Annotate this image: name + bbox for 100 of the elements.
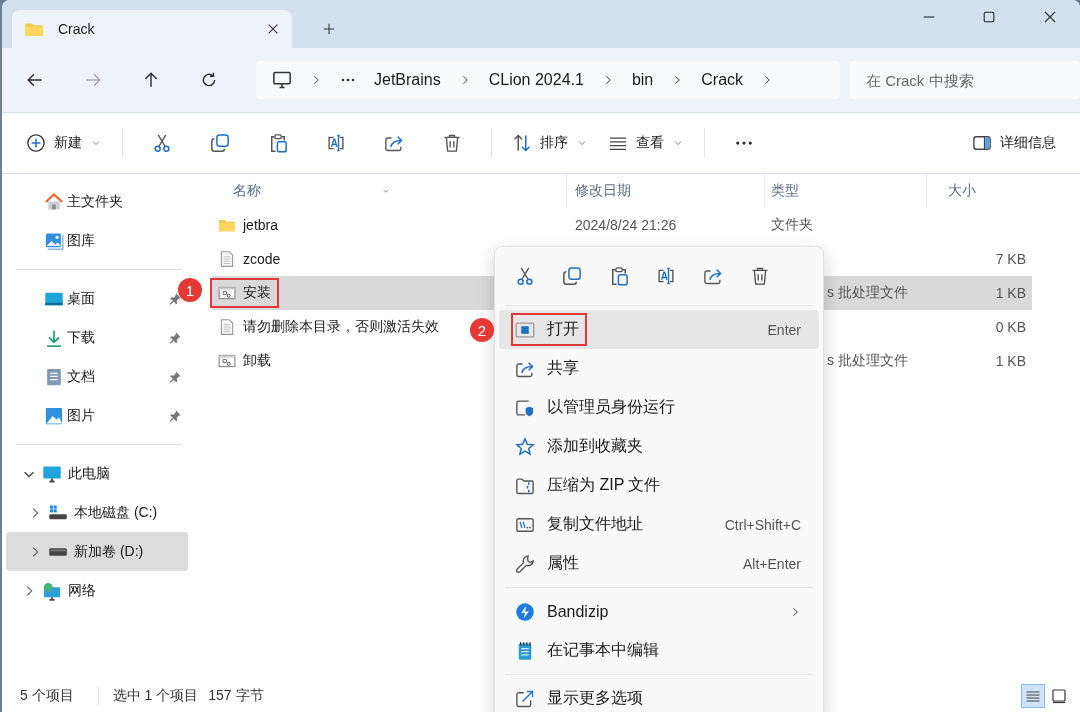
column-header[interactable]: 类型 — [771, 182, 799, 200]
breadcrumb-item[interactable]: JetBrains — [374, 71, 441, 89]
step-badge: 2 — [470, 318, 494, 342]
sidebar-item[interactable]: 主文件夹 — [67, 192, 123, 211]
file-name: 卸载 — [243, 352, 271, 370]
breadcrumb-item[interactable]: bin — [631, 71, 654, 89]
up-icon[interactable] — [142, 71, 160, 89]
share-icon[interactable] — [703, 266, 723, 286]
sort-button[interactable]: 排序 — [502, 127, 598, 159]
paste-icon[interactable] — [268, 133, 288, 153]
rename-icon[interactable] — [326, 133, 346, 153]
maximize-icon[interactable] — [982, 10, 996, 24]
panel-icon — [972, 133, 992, 153]
back-icon[interactable] — [26, 71, 44, 89]
selection-size: 157 字节 — [208, 687, 264, 705]
menu-item[interactable]: 显示更多选项 — [499, 679, 819, 712]
step-badge: 1 — [178, 278, 202, 302]
new-button[interactable]: 新建 — [16, 127, 112, 159]
item-count: 5 个项目 — [20, 687, 74, 705]
wrench-icon — [515, 553, 535, 574]
network-icon — [42, 580, 62, 601]
tab-title: Crack — [58, 21, 95, 37]
plus-circle-icon — [26, 133, 46, 153]
file-name: zcode — [243, 251, 281, 267]
name-cell[interactable]: jetbra — [212, 208, 460, 242]
sidebar-item[interactable]: 下载 — [67, 328, 95, 347]
share-icon[interactable] — [384, 133, 404, 153]
batch-file-icon — [218, 352, 236, 370]
tree-item[interactable]: 本地磁盘 (C:) — [6, 493, 188, 532]
view-button[interactable]: 查看 — [598, 127, 694, 159]
text-file-icon — [218, 250, 236, 268]
name-cell[interactable]: 请勿删除本目录，否则激活失效 — [212, 310, 460, 344]
close-icon[interactable] — [1042, 9, 1058, 25]
details-button[interactable]: 详细信息 — [962, 127, 1066, 159]
copy-icon[interactable] — [562, 266, 582, 286]
computer-icon[interactable] — [272, 70, 292, 90]
date-text: 2024/8/24 21:26 — [575, 217, 677, 233]
refresh-icon[interactable] — [200, 71, 218, 89]
breadcrumb-item[interactable]: Crack — [701, 71, 744, 89]
name-cell[interactable]: 卸载 — [212, 344, 460, 378]
menu-item[interactable]: 在记事本中编辑 — [499, 631, 819, 670]
shortcut-text: Ctrl+Shift+C — [724, 516, 801, 533]
breadcrumb-item[interactable]: CLion 2024.1 — [488, 71, 584, 89]
text-file-icon — [218, 318, 236, 336]
window-icon — [515, 319, 535, 340]
menu-item[interactable]: Bandizip — [499, 592, 819, 631]
file-name: jetbra — [243, 217, 279, 233]
column-header[interactable]: 修改日期 — [575, 182, 631, 200]
column-header[interactable]: 名称 — [233, 182, 261, 200]
new-tab-icon[interactable] — [322, 22, 336, 36]
paste-icon[interactable] — [609, 266, 629, 286]
home-icon — [44, 191, 64, 212]
tree-item[interactable]: 网络 — [6, 571, 188, 610]
type-text: s 批处理文件 — [827, 284, 908, 300]
tile-icon — [1051, 688, 1067, 704]
menu-item[interactable]: 属性 Alt+Enter — [499, 544, 819, 583]
sort-icon — [512, 133, 532, 153]
size-text: 1 KB — [995, 353, 1026, 369]
delete-icon[interactable] — [442, 133, 462, 153]
menu-item[interactable]: 压缩为 ZIP 文件 — [499, 466, 819, 505]
name-cell[interactable]: zcode — [212, 242, 460, 276]
selection-count: 选中 1 个项目 — [112, 687, 199, 705]
sidebar-item[interactable]: 桌面 — [67, 289, 95, 308]
file-name: 安装 — [243, 284, 271, 302]
menu-item[interactable]: 打开 Enter — [499, 310, 819, 349]
tree-item[interactable]: 新加卷 (D:) — [6, 532, 188, 571]
cut-icon[interactable] — [515, 266, 535, 286]
address-bar[interactable]: JetBrains CLion 2024.1 bin Crack — [256, 61, 840, 99]
shield-icon — [515, 397, 535, 418]
menu-item[interactable]: 共享 — [499, 349, 819, 388]
menu-item[interactable]: 以管理员身份运行 — [499, 388, 819, 427]
batch-file-icon — [218, 284, 236, 302]
picture-icon — [44, 405, 64, 426]
tree-item[interactable]: 此电脑 — [6, 454, 188, 493]
search-field[interactable]: 在 Crack 中搜索 — [850, 61, 1080, 99]
copy-icon[interactable] — [210, 133, 230, 153]
zip-folder-icon — [515, 475, 535, 496]
size-text: 0 KB — [995, 319, 1026, 335]
sidebar-item[interactable]: 文档 — [67, 367, 95, 386]
size-text: 7 KB — [995, 251, 1026, 267]
size-text: 1 KB — [995, 285, 1026, 301]
delete-icon[interactable] — [750, 266, 770, 286]
rename-icon[interactable] — [656, 266, 676, 286]
file-name: 请勿删除本目录，否则激活失效 — [243, 318, 439, 336]
type-text: s 批处理文件 — [827, 352, 908, 368]
sidebar-item[interactable]: 图库 — [67, 231, 95, 250]
menu-item[interactable]: 添加到收藏夹 — [499, 427, 819, 466]
cut-icon[interactable] — [152, 133, 172, 153]
menu-item[interactable]: 复制文件地址 Ctrl+Shift+C — [499, 505, 819, 544]
type-text: 文件夹 — [771, 216, 813, 232]
tab[interactable]: Crack — [12, 10, 292, 48]
lines-icon — [1025, 688, 1041, 704]
star-icon — [515, 436, 535, 457]
external-icon — [515, 688, 535, 709]
sidebar-item[interactable]: 图片 — [67, 406, 95, 425]
lightning-icon — [515, 601, 535, 622]
shortcut-text: Enter — [767, 321, 801, 338]
shortcut-text: Alt+Enter — [743, 555, 801, 572]
column-header[interactable]: 大小 — [948, 182, 976, 200]
close-tab-icon[interactable] — [266, 22, 280, 36]
